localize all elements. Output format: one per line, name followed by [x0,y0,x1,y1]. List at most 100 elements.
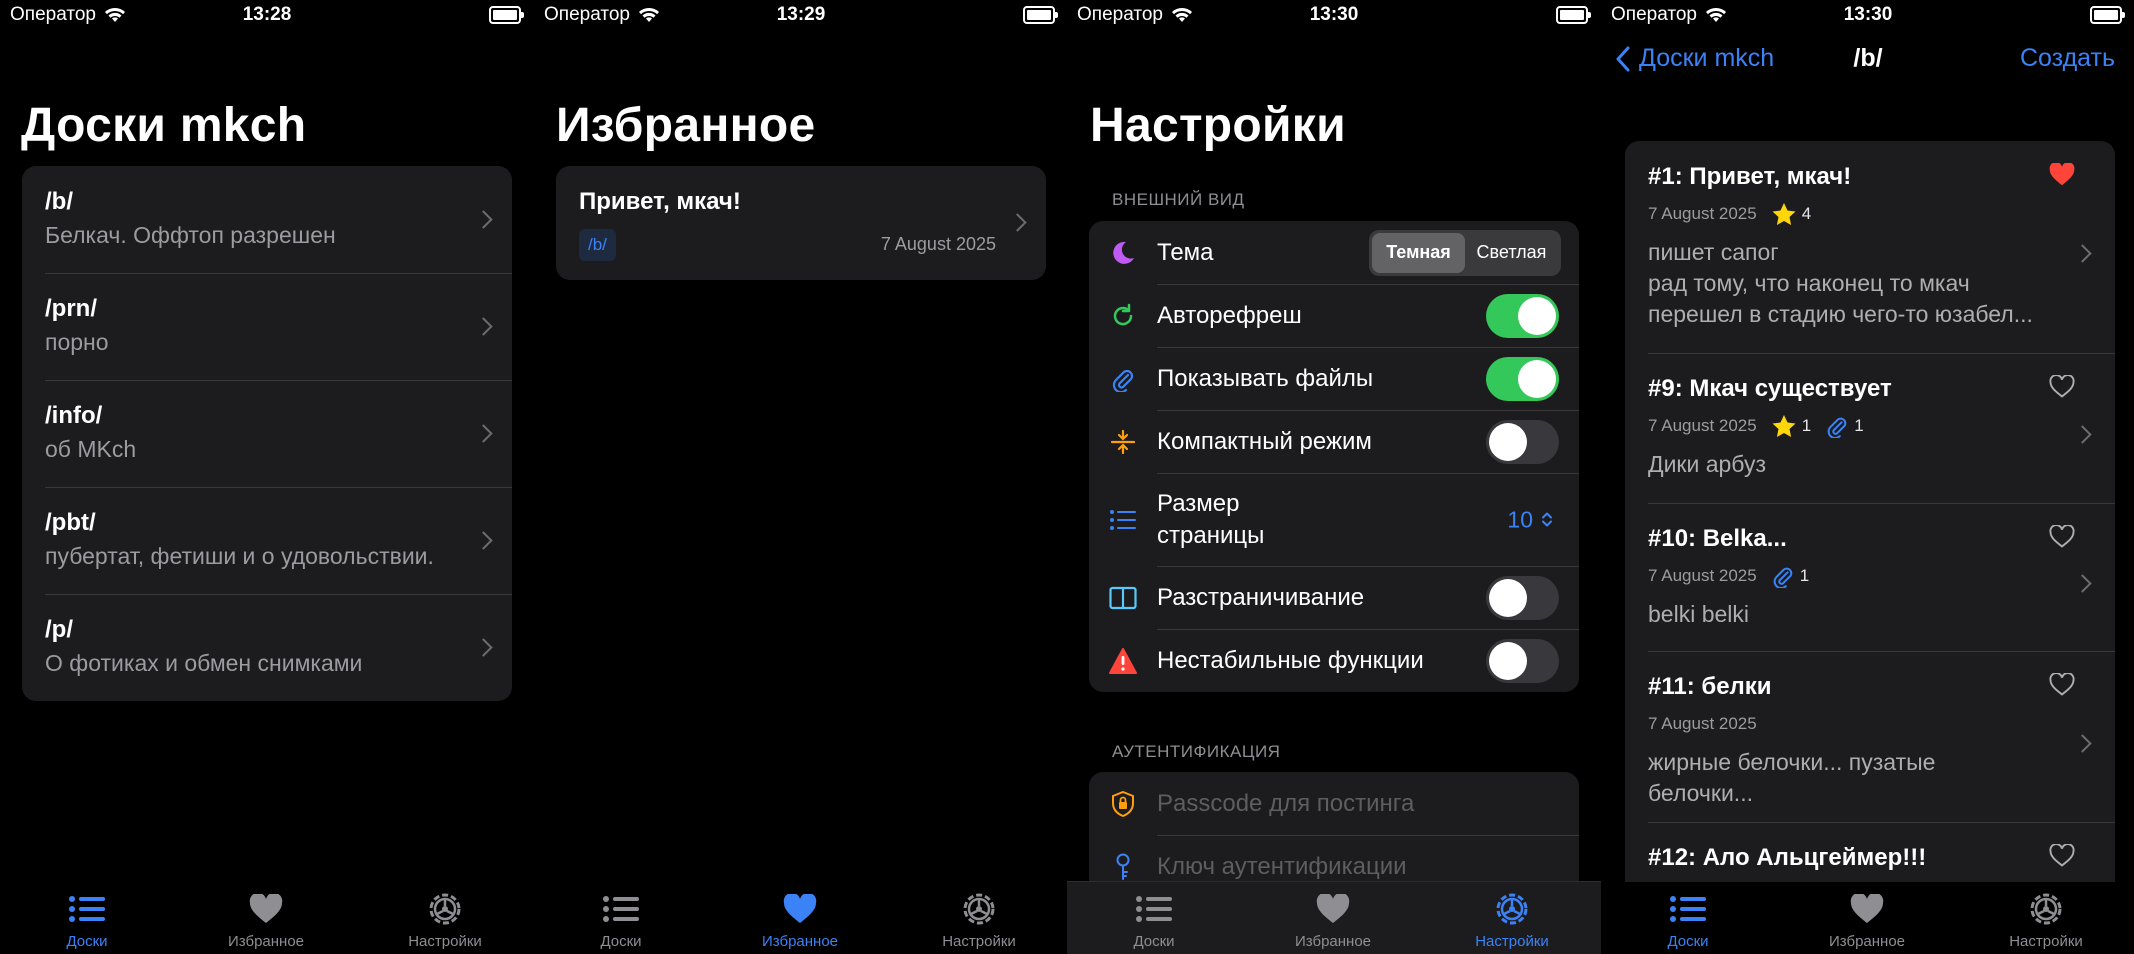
tab-boards[interactable]: Доски [1618,890,1758,950]
battery-icon [2090,6,2125,24]
thread-item[interactable]: #9: Мкач существует 7 August 2025 1 1 Ди… [1625,353,2115,503]
compress-icon [1109,428,1137,456]
gear-icon [2030,893,2062,925]
chevron-right-icon [2073,574,2092,593]
unstable-toggle[interactable] [1486,638,1559,683]
boards-list: /b/ Белкач. Оффтоп разрешен /prn/ порно … [22,166,512,701]
moon-icon [1109,239,1137,267]
status-bar: Оператор 13:30 [1601,0,2134,30]
favorite-item[interactable]: Привет, мкач! /b/ 7 August 2025 [556,166,1046,280]
tab-boards[interactable]: Доски [1084,890,1224,950]
thread-item[interactable]: #10: Belka... 7 August 2025 1 belki belk… [1625,503,2115,651]
show-files-row: Показывать файлы [1089,347,1579,410]
pagination-row: Разстраничивание [1089,566,1579,629]
star-icon [1772,202,1796,225]
theme-option-light[interactable]: Светлая [1465,233,1558,273]
tab-settings[interactable]: Настройки [1442,890,1582,950]
board-item[interactable]: /b/ Белкач. Оффтоп разрешен [22,166,512,273]
thread-item[interactable]: #11: белки 7 August 2025 жирные белочки.… [1625,651,2115,822]
compact-toggle[interactable] [1486,419,1559,464]
chevron-right-icon [2073,244,2092,263]
board-item[interactable]: /prn/ порно [22,273,512,380]
files-badge: 1 [1771,564,1809,588]
heart-outline-icon[interactable] [2049,673,2075,696]
favorite-date: 7 August 2025 [880,234,996,254]
tab-label: Избранное [227,933,305,950]
thread-title: #11: белки [1648,673,1772,700]
gear-icon [1496,893,1528,925]
paperclip-icon [1773,567,1793,588]
tab-label: Настройки [408,933,482,950]
thread-title: #1: Привет, мкач! [1648,163,1852,190]
chevron-right-icon [474,423,493,443]
tab-boards[interactable]: Доски [17,890,157,950]
theme-row: Тема Темная Светлая [1089,221,1579,284]
board-description: пубертат, фетиши и о удовольствии. [45,543,434,569]
show-files-label: Показывать файлы [1157,364,1374,392]
tab-label: Настройки [942,933,1016,950]
clock: 13:29 [776,4,826,25]
tab-bar: Доски Избранное Настройки [0,882,534,954]
tab-favorites[interactable]: Избранное [196,890,336,950]
board-item[interactable]: /pbt/ пубертат, фетиши и о удовольствии. [22,487,512,594]
show-files-toggle[interactable] [1486,356,1559,401]
page-title: Настройки [1090,99,1346,152]
pagination-toggle[interactable] [1486,575,1559,620]
favorites-screen: Оператор 13:29 Избранное Привет, мкач! /… [534,0,1068,954]
status-bar: Оператор 13:29 [534,0,1068,30]
board-item[interactable]: /p/ О фотиках и обмен снимками [22,594,512,701]
tab-settings[interactable]: Настройки [375,890,515,950]
chevron-right-icon [1008,213,1027,232]
refresh-icon [1109,302,1137,330]
clock: 13:30 [1309,4,1359,25]
tab-label: Избранное [1294,933,1372,950]
tab-favorites[interactable]: Избранное [1263,890,1403,950]
board-item[interactable]: /info/ об MKch [22,380,512,487]
theme-option-dark[interactable]: Темная [1372,232,1465,273]
files-count: 1 [1854,416,1864,435]
tab-favorites[interactable]: Избранное [1797,890,1937,950]
board-description: порно [45,329,109,355]
chevron-right-icon [2073,425,2092,444]
battery-icon [489,6,524,24]
tab-label: Избранное [761,933,839,950]
chevron-right-icon [474,530,493,550]
board-description: Белкач. Оффтоп разрешен [45,222,336,248]
list-icon [603,896,639,922]
heart-filled-icon[interactable] [2049,163,2075,186]
tab-bar: Доски Избранное Настройки [1067,881,1601,954]
passcode-row[interactable]: Passcode для постинга [1089,772,1579,835]
thread-title: #12: Ало Альцгеймер!!! [1648,844,1927,871]
board-tag: /b/ [579,229,616,261]
heart-outline-icon[interactable] [2049,844,2075,867]
status-bar: Оператор 13:28 [0,0,534,30]
section-header-appearance: ВНЕШНИЙ ВИД [1112,190,1245,209]
thread-item[interactable]: #1: Привет, мкач! 7 August 2025 4 пишет … [1625,141,2115,353]
tab-settings[interactable]: Настройки [909,890,1049,950]
battery-icon [1556,6,1591,24]
thread-body: жирные белочки... пузатые белочки... [1648,749,1936,806]
gear-icon [963,893,995,925]
page-size-picker[interactable]: 10 [1507,506,1553,533]
chevron-right-icon [2073,733,2092,753]
rating-count: 4 [1801,204,1812,223]
tab-boards[interactable]: Доски [551,890,691,950]
files-count: 1 [1799,566,1810,585]
board-code: /prn/ [45,295,97,322]
autorefresh-toggle[interactable] [1486,293,1559,338]
create-button[interactable]: Создать [2020,44,2115,73]
thread-date: 7 August 2025 [1648,416,1757,435]
tab-favorites[interactable]: Избранное [730,890,870,950]
list-icon [1670,896,1706,922]
tab-bar: Доски Избранное Настройки [534,882,1068,954]
heart-outline-icon[interactable] [2049,375,2075,398]
passcode-label: Passcode для постинга [1157,789,1415,817]
board-code: /b/ [45,188,73,215]
heart-outline-icon[interactable] [2049,525,2075,548]
theme-label: Тема [1157,238,1214,266]
tab-settings[interactable]: Настройки [1976,890,2116,950]
tab-label: Доски [66,933,108,950]
status-bar: Оператор 13:30 [1067,0,1601,30]
page-size-label: Размер страницы [1157,489,1265,549]
tab-label: Доски [1667,933,1709,950]
